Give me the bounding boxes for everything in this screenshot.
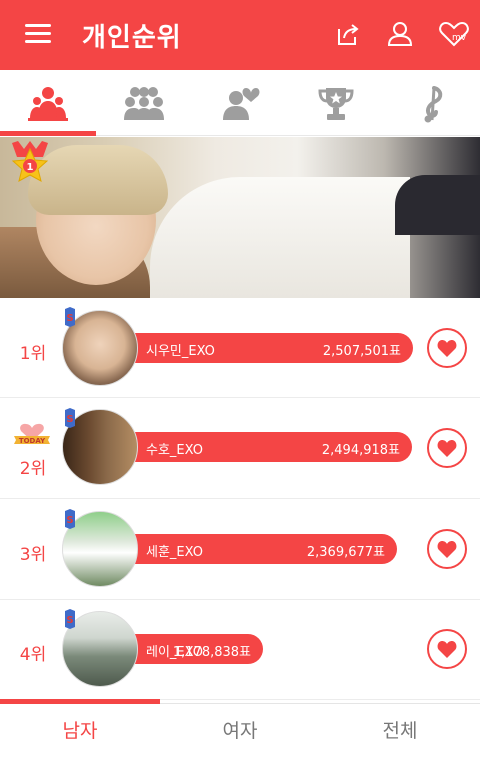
trophy-icon[interactable] xyxy=(316,84,356,124)
exo-logo-icon: S xyxy=(65,307,75,327)
tab-all[interactable]: 전체 xyxy=(320,716,480,743)
vote-bar: 수호_EXO 2,494,918표 xyxy=(130,432,412,462)
app-header: 개인순위 mv xyxy=(0,0,480,70)
today-badge-label: TODAY xyxy=(19,437,46,445)
vote-heart-button[interactable] xyxy=(427,629,467,669)
svg-text:S: S xyxy=(66,414,73,425)
ranking-row[interactable]: 1위 시우민_EXO 2,507,501표 S xyxy=(0,298,480,398)
couple-icon[interactable] xyxy=(220,84,260,124)
rank-number: 2위 xyxy=(19,459,47,479)
vote-bar: 레이_EXO 1,178,838표 xyxy=(130,634,263,664)
vote-heart-button[interactable] xyxy=(427,328,467,368)
vote-count: 1,178,838표 xyxy=(172,645,251,660)
mv-label: mv xyxy=(452,33,467,43)
ranking-row[interactable]: TODAY 2위 수호_EXO 2,494,918표 S xyxy=(0,399,480,499)
music-note-icon[interactable] xyxy=(412,84,452,124)
ranking-row[interactable]: 3위 세훈_EXO 2,369,677표 S xyxy=(0,500,480,600)
app-screen: 개인순위 mv 1 1위 시우민_EXO 2,507,501표 S TODAY … xyxy=(0,0,480,760)
category-tabs xyxy=(0,70,480,136)
member-name: 수호_EXO xyxy=(146,443,203,458)
mv-heart-icon[interactable]: mv xyxy=(438,20,470,48)
rank-number: 3위 xyxy=(19,545,47,565)
vote-count: 2,369,677표 xyxy=(306,545,385,560)
heart-icon xyxy=(437,541,457,558)
svg-text:S: S xyxy=(66,313,73,324)
profile-icon[interactable] xyxy=(386,20,414,48)
vote-count: 2,507,501표 xyxy=(322,344,401,359)
svg-text:S: S xyxy=(66,515,73,526)
share-icon[interactable] xyxy=(334,20,362,48)
bottom-tab-indicator xyxy=(0,699,160,704)
banner-pants-shape xyxy=(395,175,480,235)
vote-count: 2,494,918표 xyxy=(321,443,400,458)
rank-number: 1위 xyxy=(19,344,47,364)
hamburger-menu-icon[interactable] xyxy=(25,22,51,44)
exo-logo-icon: S xyxy=(65,509,75,529)
rank-number: 4위 xyxy=(19,645,47,665)
category-tab-indicator xyxy=(0,131,96,136)
svg-text:S: S xyxy=(66,615,73,626)
member-name: 세훈_EXO xyxy=(146,545,203,560)
exo-logo-icon: S xyxy=(65,609,75,629)
top-ranked-banner-photo[interactable]: 1 xyxy=(0,137,480,298)
heart-icon xyxy=(437,440,457,457)
banner-shirt-shape xyxy=(150,177,410,298)
first-place-badge-number: 1 xyxy=(27,162,34,173)
vote-bar: 시우민_EXO 2,507,501표 xyxy=(130,333,413,363)
member-name: 시우민_EXO xyxy=(146,344,215,359)
first-place-badge-icon: 1 xyxy=(11,141,49,182)
group-ranking-icon[interactable] xyxy=(124,84,164,124)
tab-male[interactable]: 남자 xyxy=(0,716,160,743)
heart-icon xyxy=(437,641,457,658)
individual-ranking-icon[interactable] xyxy=(28,84,68,124)
tab-female[interactable]: 여자 xyxy=(160,716,320,743)
today-badge-icon: TODAY xyxy=(14,423,50,445)
page-title: 개인순위 xyxy=(82,23,182,53)
heart-icon xyxy=(437,340,457,357)
vote-heart-button[interactable] xyxy=(427,529,467,569)
ranking-row[interactable]: 4위 레이_EXO 1,178,838표 S xyxy=(0,600,480,700)
vote-bar: 세훈_EXO 2,369,677표 xyxy=(130,534,397,564)
exo-logo-icon: S xyxy=(65,408,75,428)
vote-heart-button[interactable] xyxy=(427,428,467,468)
